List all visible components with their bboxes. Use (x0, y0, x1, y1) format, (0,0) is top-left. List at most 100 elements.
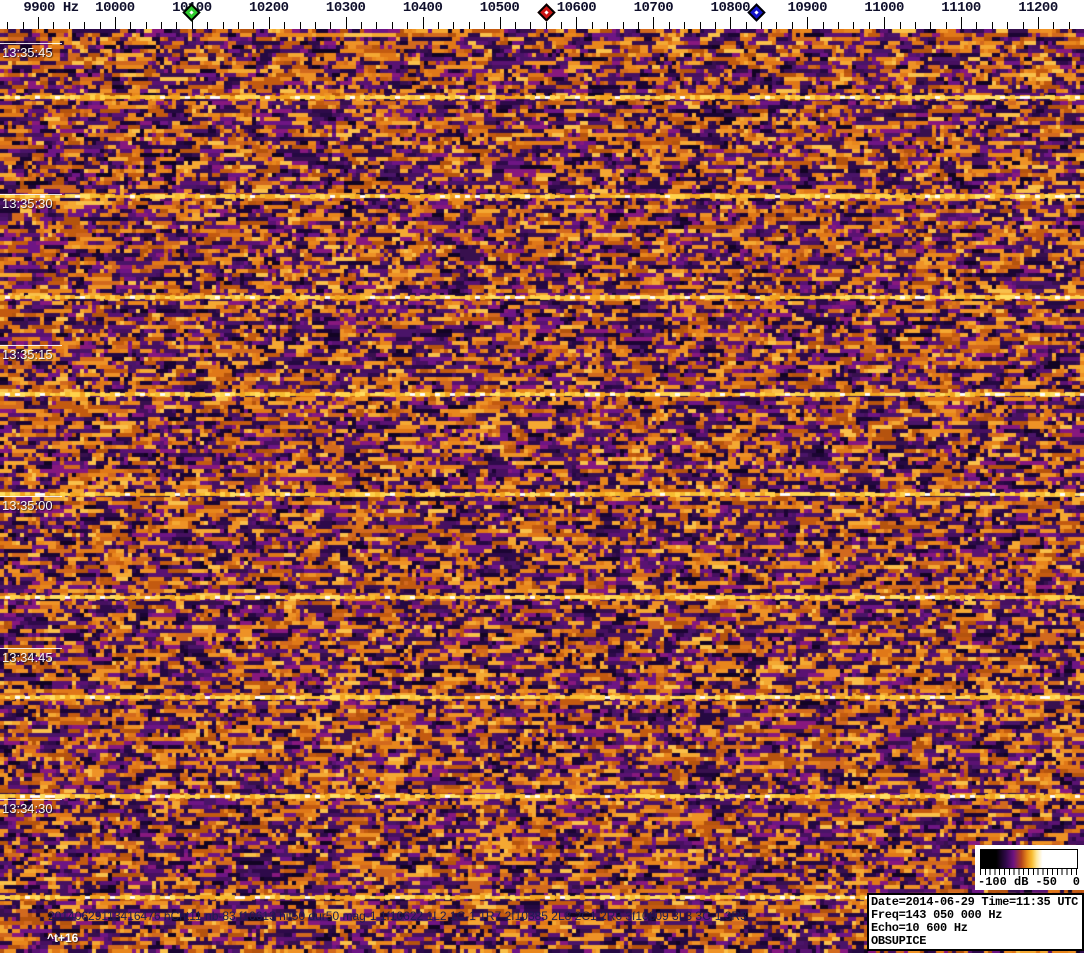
freq-tick-major (346, 17, 347, 29)
freq-tick-minor (146, 22, 147, 29)
intensity-scale-legend: -100 dB -50 0 (975, 845, 1084, 890)
color-gradient-bar (980, 849, 1078, 869)
meteor-detection-annotation: 20140629113416476 hCnt11 nb-83 f10613 hi… (48, 909, 747, 923)
freq-tick-major (500, 17, 501, 29)
freq-tick-minor (700, 22, 701, 29)
freq-tick-minor (915, 22, 916, 29)
time-label-1: 13:35:30 (2, 196, 53, 211)
freq-tick-minor (84, 22, 85, 29)
time-tick-line (0, 799, 62, 800)
freq-tick-minor (930, 22, 931, 29)
freq-label-11200: 11200 (1018, 0, 1058, 16)
freq-label-10200: 10200 (249, 0, 289, 16)
freq-tick-minor (284, 22, 285, 29)
freq-tick-minor (1023, 22, 1024, 29)
freq-tick-minor (1069, 22, 1070, 29)
freq-tick-minor (607, 22, 608, 29)
freq-tick-major (961, 17, 962, 29)
freq-tick-minor (515, 22, 516, 29)
time-label-5: 13:34:30 (2, 801, 53, 816)
freq-tick-minor (946, 22, 947, 29)
freq-tick-minor (469, 22, 470, 29)
frequency-ruler: 9900 Hz100001010010200103001040010500106… (0, 0, 1084, 29)
freq-tick-minor (223, 22, 224, 29)
marker-center-dot (754, 10, 758, 14)
freq-tick-minor (976, 22, 977, 29)
time-tick-line (0, 496, 62, 497)
time-tick-line (0, 345, 62, 346)
info-station-name: OBSUPICE (871, 935, 1080, 948)
freq-tick-minor (684, 22, 685, 29)
freq-tick-major (884, 17, 885, 29)
freq-tick-minor (853, 22, 854, 29)
freq-tick-minor (53, 22, 54, 29)
freq-tick-major (115, 17, 116, 29)
freq-tick-minor (330, 22, 331, 29)
freq-tick-minor (392, 22, 393, 29)
freq-tick-minor (761, 22, 762, 29)
freq-tick-minor (376, 22, 377, 29)
freq-label-10300: 10300 (326, 0, 366, 16)
freq-tick-major (1038, 17, 1039, 29)
scale-label-mid: -50 (1035, 875, 1057, 889)
freq-tick-minor (484, 22, 485, 29)
freq-tick-minor (69, 22, 70, 29)
freq-tick-minor (838, 22, 839, 29)
freq-tick-minor (453, 22, 454, 29)
freq-tick-minor (546, 22, 547, 29)
time-tick-line (0, 43, 62, 44)
freq-tick-major (576, 17, 577, 29)
freq-tick-minor (1007, 22, 1008, 29)
freq-tick-minor (438, 22, 439, 29)
freq-label-10500: 10500 (480, 0, 520, 16)
freq-tick-minor (715, 22, 716, 29)
freq-label-10400: 10400 (403, 0, 443, 16)
time-label-0: 13:35:45 (2, 45, 53, 60)
freq-tick-minor (776, 22, 777, 29)
freq-tick-minor (992, 22, 993, 29)
freq-label-10900: 10900 (787, 0, 827, 16)
red-frequency-marker-diamond-icon[interactable] (537, 3, 555, 21)
time-tick-line (0, 194, 62, 195)
freq-tick-minor (7, 22, 8, 29)
freq-tick-minor (1053, 22, 1054, 29)
freq-tick-minor (207, 22, 208, 29)
freq-label-10600: 10600 (557, 0, 597, 16)
freq-tick-major (423, 17, 424, 29)
freq-label-11100: 11100 (941, 0, 981, 16)
freq-tick-major (730, 17, 731, 29)
freq-tick-minor (176, 22, 177, 29)
freq-tick-minor (900, 22, 901, 29)
freq-tick-minor (530, 22, 531, 29)
freq-tick-minor (869, 22, 870, 29)
freq-tick-minor (592, 22, 593, 29)
time-label-3: 13:35:00 (2, 498, 53, 513)
freq-tick-minor (638, 22, 639, 29)
freq-tick-major (653, 17, 654, 29)
scale-label-max: 0 (1073, 875, 1080, 889)
time-shift-label: ^t+16 (47, 931, 78, 945)
freq-tick-minor (238, 22, 239, 29)
freq-tick-minor (315, 22, 316, 29)
freq-tick-minor (253, 22, 254, 29)
time-label-4: 13:34:45 (2, 650, 53, 665)
freq-tick-minor (161, 22, 162, 29)
freq-tick-minor (561, 22, 562, 29)
freq-tick-minor (669, 22, 670, 29)
freq-tick-minor (361, 22, 362, 29)
marker-center-dot (544, 10, 548, 14)
freq-tick-minor (23, 22, 24, 29)
spectrogram-waterfall (0, 29, 1084, 953)
freq-tick-minor (300, 22, 301, 29)
freq-tick-minor (823, 22, 824, 29)
scale-label-min: -100 dB (978, 875, 1028, 889)
marker-center-dot (189, 10, 193, 14)
freq-tick-minor (623, 22, 624, 29)
freq-label-10000: 10000 (95, 0, 135, 16)
time-label-2: 13:35:15 (2, 347, 53, 362)
freq-label-10700: 10700 (634, 0, 674, 16)
scale-labels: -100 dB -50 0 (975, 875, 1084, 890)
freq-tick-minor (792, 22, 793, 29)
observation-info-box: Date=2014-06-29 Time=11:35 UTC Freq=143 … (867, 893, 1084, 951)
freq-tick-minor (746, 22, 747, 29)
